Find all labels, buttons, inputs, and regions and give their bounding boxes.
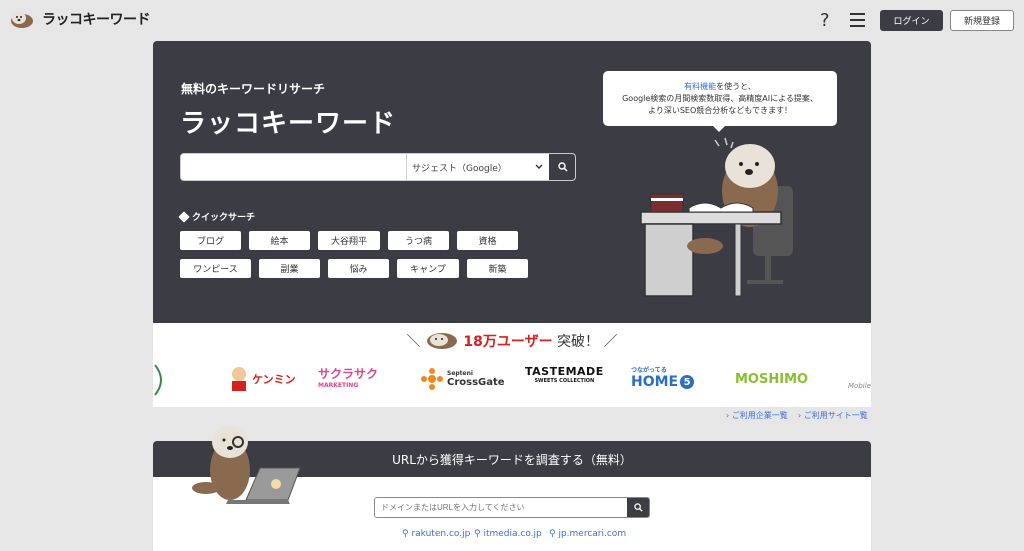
search-button[interactable] xyxy=(549,154,575,180)
user-count: 18万ユーザー xyxy=(463,334,553,350)
example-url-text: rakuten.co.jp xyxy=(411,529,471,539)
example-url-text: jp.mercari.com xyxy=(558,529,627,539)
client-logo-mobile: Mobile xyxy=(848,365,871,393)
chevron-down-icon xyxy=(535,164,543,169)
logo-text: SWEETS COLLECTION xyxy=(534,378,595,384)
signup-button[interactable]: 新規登録 xyxy=(950,10,1014,31)
logo-text: ラッコキーワード xyxy=(42,12,151,28)
client-logo-home5: つながってる HOME 5 xyxy=(631,365,695,393)
logo-text: TASTEMADE xyxy=(525,365,604,378)
logo-text: 5 xyxy=(680,375,695,389)
client-logo-sakurasaku: サクラサク MARKETING xyxy=(318,365,378,393)
logo-text: CrossGate xyxy=(447,377,505,388)
client-logo-moshimo: MOSHIMO xyxy=(735,365,808,393)
quick-search-heading: クイックサーチ xyxy=(178,210,256,223)
logo-text: サクラサク xyxy=(318,367,379,381)
bubble-text: を使うと、 xyxy=(716,82,756,91)
user-count-heading: ＼ 18万ユーザー 突破！ ／ xyxy=(153,331,871,351)
quick-chip[interactable]: ブログ xyxy=(180,231,241,250)
logo-text: Septeni xyxy=(447,370,473,377)
client-logo-kenmin: ケンミン xyxy=(228,365,296,393)
logo-text: つながってる xyxy=(631,367,667,374)
septeni-flower-icon xyxy=(421,368,443,390)
bubble-text: より深いSEO競合分析などもできます！ xyxy=(648,106,792,115)
search-icon xyxy=(558,162,568,172)
logo-text: HOME xyxy=(631,374,679,390)
tag-icon xyxy=(178,210,190,223)
user-count-suffix: 突破！ xyxy=(557,334,600,350)
quick-chip[interactable]: うつ病 xyxy=(388,231,449,250)
kenmin-mascot-icon xyxy=(232,367,246,391)
otter-desk-illustration xyxy=(640,137,793,297)
logo-text: MARKETING xyxy=(318,382,359,389)
client-logo-septeni: Septeni CrossGate xyxy=(421,365,505,393)
top-header: ラッコキーワード ? ログイン 新規登録 xyxy=(0,0,1024,42)
hero-subtitle: 無料のキーワードリサーチ xyxy=(181,82,326,96)
logo-text: MOSHIMO xyxy=(735,371,809,387)
search-icon xyxy=(633,503,643,512)
paid-feature-bubble: 有料機能を使うと、 Google検索の月間検索数取得、高精度AIによる提案、 よ… xyxy=(603,71,837,132)
sites-list-link[interactable]: › ご利用サイト一覧 xyxy=(798,410,868,421)
quick-chip[interactable]: ワンピース xyxy=(180,259,251,278)
otter-laptop-illustration xyxy=(192,426,301,504)
url-search-input[interactable] xyxy=(375,498,627,517)
otter-face-icon xyxy=(426,333,457,349)
keyword-search-input[interactable] xyxy=(181,154,406,180)
quick-chip[interactable]: 副業 xyxy=(259,259,320,278)
quick-chip[interactable]: 大谷翔平 xyxy=(318,231,380,250)
hamburger-menu-icon[interactable] xyxy=(850,13,865,27)
example-url-link[interactable]: ⚲ rakuten.co.jp xyxy=(402,529,470,539)
quick-chip[interactable]: 新築 xyxy=(467,259,528,278)
example-url-link[interactable]: ⚲ jp.mercari.com xyxy=(549,529,626,539)
hero-title: ラッコキーワード xyxy=(180,109,397,139)
users-strip: ＼ 18万ユーザー 突破！ ／ ケンミン サクラサク MARKETING Sep… xyxy=(153,323,871,407)
paid-feature-link[interactable]: 有料機能 xyxy=(684,82,716,91)
search-source-select[interactable]: サジェスト（Google） xyxy=(406,154,549,180)
slash-right: ／ xyxy=(603,334,618,350)
help-icon[interactable]: ? xyxy=(820,10,830,31)
client-logo-tastemade: TASTEMADE SWEETS COLLECTION xyxy=(525,365,604,393)
link-text: ご利用サイト一覧 xyxy=(803,411,868,420)
laurel-logo-icon xyxy=(154,364,162,396)
otter-logo-icon xyxy=(11,12,33,28)
quick-search-label: クイックサーチ xyxy=(192,213,256,223)
quick-chip[interactable]: 絵本 xyxy=(249,231,310,250)
hero-section: 無料のキーワードリサーチ ラッコキーワード サジェスト（Google） クイック… xyxy=(153,41,871,323)
companies-list-link[interactable]: › ご利用企業一覧 xyxy=(726,410,788,421)
link-text: ご利用企業一覧 xyxy=(731,411,788,420)
slash-left: ＼ xyxy=(406,334,421,350)
login-button[interactable]: ログイン xyxy=(880,10,943,31)
example-url-link[interactable]: ⚲ itmedia.co.jp xyxy=(474,529,542,539)
url-search-button[interactable] xyxy=(627,498,649,517)
logo-text: ケンミン xyxy=(252,373,296,386)
quick-chip[interactable]: キャンプ xyxy=(397,259,459,278)
keyword-search-bar: サジェスト（Google） xyxy=(180,153,576,181)
logo-text: Mobile xyxy=(848,382,871,390)
site-logo[interactable]: ラッコキーワード xyxy=(10,9,151,29)
quick-chip[interactable]: 資格 xyxy=(457,231,518,250)
quick-chip[interactable]: 悩み xyxy=(328,259,389,278)
url-search-bar xyxy=(374,497,650,518)
search-source-value: サジェスト（Google） xyxy=(412,163,507,174)
bubble-text: Google検索の月間検索数取得、高精度AIによる提案、 xyxy=(622,94,818,103)
example-url-text: itmedia.co.jp xyxy=(483,529,542,539)
